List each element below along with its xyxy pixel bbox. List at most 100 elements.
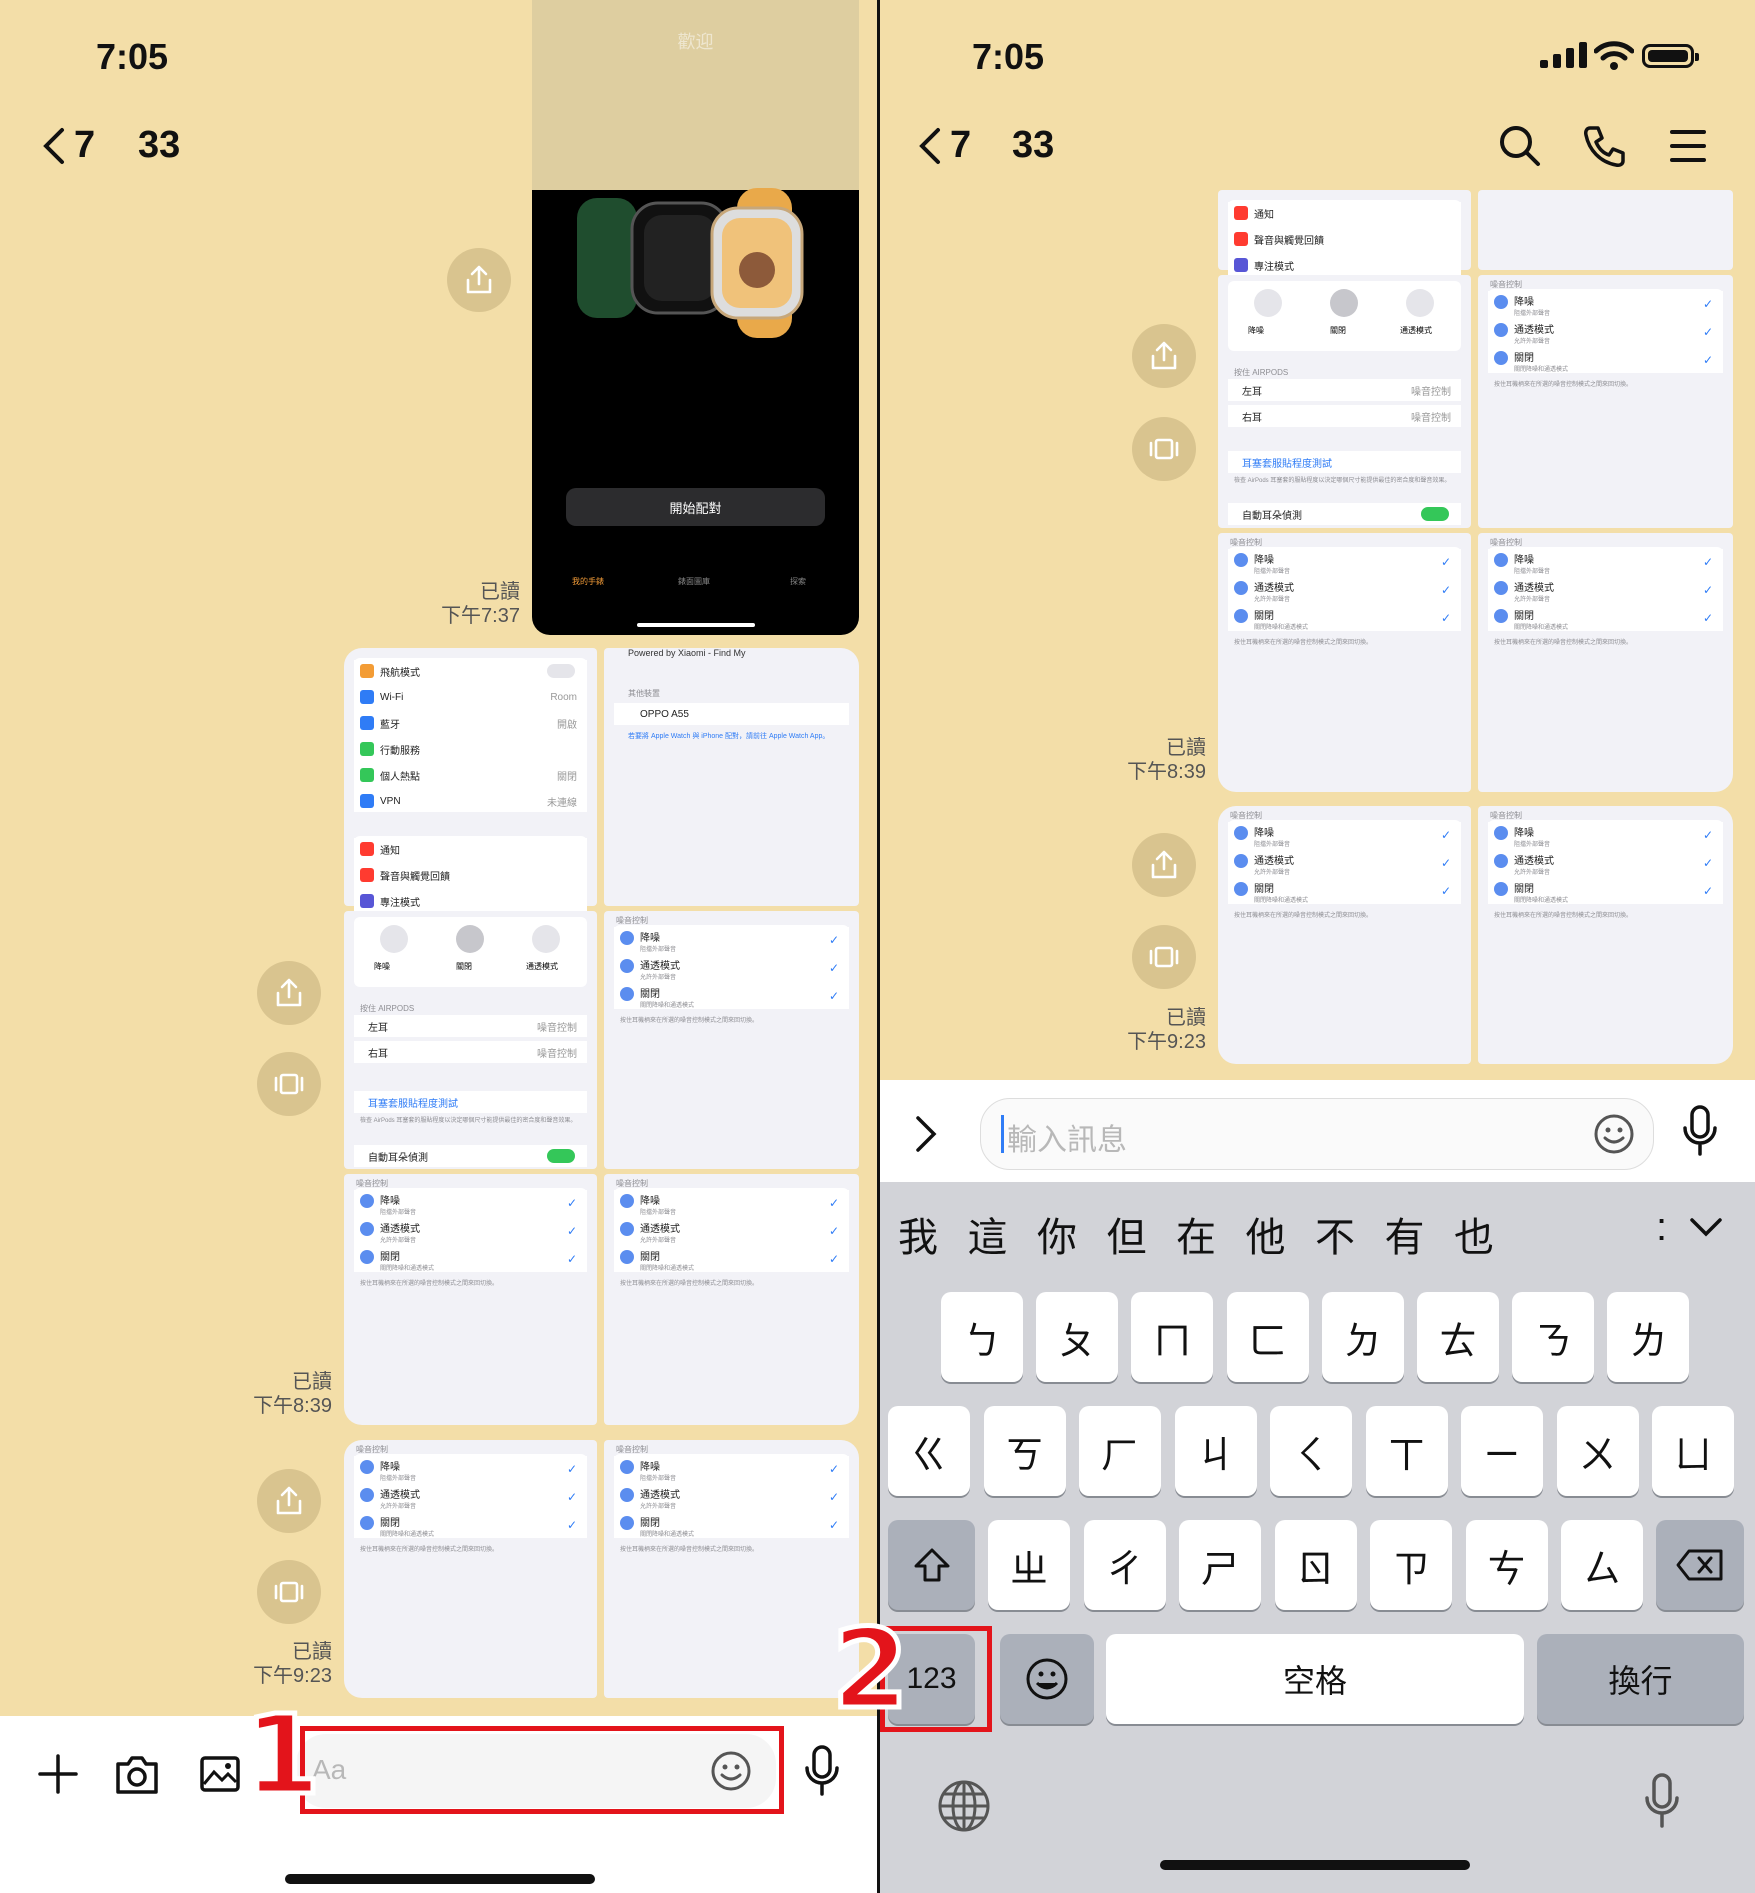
zhuyin-key[interactable]: ㄗ <box>1370 1520 1452 1610</box>
noise-option[interactable]: 關閉 關閉降噪和通透模式 ✓ <box>354 1512 587 1538</box>
zhuyin-key[interactable]: ㄨ <box>1556 1406 1639 1496</box>
globe-icon[interactable] <box>936 1778 992 1834</box>
album-button[interactable] <box>257 1560 321 1624</box>
album-button[interactable] <box>1132 417 1196 481</box>
phone-icon[interactable] <box>1582 124 1626 168</box>
share-button[interactable] <box>257 1469 321 1533</box>
zhuyin-key[interactable]: ㄐ <box>1174 1406 1257 1496</box>
zhuyin-key[interactable]: ㄎ <box>983 1406 1066 1496</box>
noise-option[interactable]: 關閉 關閉降噪和通透模式 ✓ <box>1488 605 1723 631</box>
photo-album-1[interactable]: 通知 聲音與觸覺回饋 專注模式 降噪 關閉 通透模式 按住 AIRPODS 左耳… <box>1218 190 1733 792</box>
image-icon[interactable] <box>198 1752 242 1796</box>
photo-album-1[interactable]: 飛航模式 Wi-Fi Room 藍牙 開啟 行動服務 個人熱點 關閉 VPN 未連線 通… <box>344 648 859 1425</box>
candidate-word[interactable]: 也 <box>1454 1205 1494 1263</box>
zhuyin-key[interactable]: ㄈ <box>1226 1292 1309 1382</box>
share-button[interactable] <box>1132 324 1196 388</box>
settings-screenshot[interactable]: 通知 聲音與觸覺回饋 專注模式 <box>1218 190 1471 276</box>
noise-option[interactable]: 關閉 關閉降噪和通透模式 ✓ <box>1488 878 1723 904</box>
settings-screenshot[interactable]: 飛航模式 Wi-Fi Room 藍牙 開啟 行動服務 個人熱點 關閉 VPN 未連線 通… <box>344 648 597 912</box>
candidate-word[interactable]: 你 <box>1037 1205 1077 1263</box>
start-pairing-button[interactable]: 開始配對 <box>566 488 825 526</box>
noise-control-screenshot[interactable]: 噪音控制 降噪 阻擋外部聲音 ✓ 通透模式 允許外部聲音 ✓ 關閉 關閉降噪和通透模式 ✓ 按住耳機… <box>1478 275 1733 528</box>
candidate-word[interactable]: 這 <box>968 1205 1008 1263</box>
noise-control-screenshot[interactable]: 噪音控制 降噪 阻擋外部聲音 ✓ 通透模式 允許外部聲音 ✓ 關閉 關閉降噪和通透模式 ✓ 按住耳機… <box>1218 806 1471 1064</box>
noise-control-screenshot[interactable]: 噪音控制 降噪 阻擋外部聲音 ✓ 通透模式 允許外部聲音 ✓ 關閉 關閉降噪和通透模式 ✓ 按住耳機… <box>1218 533 1471 792</box>
noise-option[interactable]: 通透模式 允許外部聲音 ✓ <box>354 1218 587 1244</box>
zhuyin-key[interactable]: ㄏ <box>1079 1406 1161 1496</box>
noise-option[interactable]: 通透模式 允許外部聲音 ✓ <box>614 1218 849 1244</box>
zhuyin-key[interactable]: ㄒ <box>1365 1406 1448 1496</box>
noise-option[interactable]: 降噪 阻擋外部聲音 ✓ <box>1488 549 1723 575</box>
emoji-key[interactable] <box>1000 1634 1094 1724</box>
space-key[interactable]: 空格 <box>1106 1634 1524 1724</box>
tab-discover[interactable]: 探索 <box>778 576 818 587</box>
noise-control-screenshot[interactable]: 噪音控制 降噪 阻擋外部聲音 ✓ 通透模式 允許外部聲音 ✓ 關閉 關閉降噪和通透模式 ✓ 按住耳機… <box>344 1440 597 1698</box>
noise-option[interactable]: 降噪 阻擋外部聲音 ✓ <box>1228 822 1461 848</box>
search-icon[interactable] <box>1498 124 1542 168</box>
noise-option[interactable]: 降噪 阻擋外部聲音 ✓ <box>614 927 849 953</box>
zhuyin-key[interactable]: ㄌ <box>1607 1292 1690 1382</box>
noise-option[interactable]: 關閉 關閉降噪和通透模式 ✓ <box>1228 878 1461 904</box>
zhuyin-key[interactable]: ㄅ <box>941 1292 1023 1382</box>
menu-icon[interactable] <box>1666 124 1710 168</box>
zhuyin-key[interactable]: ㄘ <box>1465 1520 1548 1610</box>
photo-album-2[interactable]: 噪音控制 降噪 阻擋外部聲音 ✓ 通透模式 允許外部聲音 ✓ 關閉 關閉降噪和通透模式 ✓ 按住耳機… <box>344 1440 859 1698</box>
delete-key[interactable] <box>1656 1520 1744 1610</box>
noise-control-screenshot[interactable]: 噪音控制 降噪 阻擋外部聲音 ✓ 通透模式 允許外部聲音 ✓ 關閉 關閉降噪和通透模式 ✓ 按住耳機… <box>604 1174 859 1425</box>
chevron-right-icon[interactable] <box>914 1114 938 1154</box>
microphone-icon[interactable] <box>1642 1772 1682 1832</box>
noise-option[interactable]: 關閉 關閉降噪和通透模式 ✓ <box>354 1246 587 1272</box>
noise-option[interactable]: 通透模式 允許外部聲音 ✓ <box>1488 319 1723 345</box>
noise-option[interactable]: 通透模式 允許外部聲音 ✓ <box>1228 850 1461 876</box>
noise-option[interactable]: 關閉 關閉降噪和通透模式 ✓ <box>1228 605 1461 631</box>
noise-option[interactable]: 降噪 阻擋外部聲音 ✓ <box>354 1190 587 1216</box>
noise-option[interactable]: 降噪 阻擋外部聲音 ✓ <box>614 1456 849 1482</box>
noise-control-screenshot[interactable]: 噪音控制 降噪 阻擋外部聲音 ✓ 通透模式 允許外部聲音 ✓ 關閉 關閉降噪和通透模式 ✓ 按住耳機… <box>604 1440 859 1698</box>
zhuyin-key[interactable]: ㄓ <box>988 1520 1070 1610</box>
zhuyin-key[interactable]: ㄉ <box>1321 1292 1404 1382</box>
zhuyin-key[interactable]: ㄧ <box>1461 1406 1543 1496</box>
noise-option[interactable]: 通透模式 允許外部聲音 ✓ <box>1228 577 1461 603</box>
candidate-word[interactable]: 在 <box>1176 1205 1216 1263</box>
share-button[interactable] <box>1132 833 1196 897</box>
noise-control-screenshot[interactable]: 噪音控制 降噪 阻擋外部聲音 ✓ 通透模式 允許外部聲音 ✓ 關閉 關閉降噪和通透模式 ✓ 按住耳機… <box>344 1174 597 1425</box>
chevron-down-icon[interactable] <box>1688 1214 1724 1242</box>
zhuyin-key[interactable]: ㄆ <box>1036 1292 1119 1382</box>
zhuyin-key[interactable]: ㄑ <box>1270 1406 1352 1496</box>
album-button[interactable] <box>257 1052 321 1116</box>
noise-option[interactable]: 關閉 關閉降噪和通透模式 ✓ <box>614 1246 849 1272</box>
watch-pairing-image[interactable]: 歡迎 開始配對 我的手錶 錶面圖庫 探索 <box>532 0 859 635</box>
candidate-word[interactable]: 但 <box>1107 1205 1147 1263</box>
candidate-word[interactable]: 他 <box>1246 1205 1286 1263</box>
microphone-icon[interactable] <box>1680 1104 1720 1158</box>
back-button[interactable]: 7 <box>40 124 95 167</box>
zhuyin-key[interactable]: ㄋ <box>1512 1292 1595 1382</box>
findmy-screenshot[interactable]: Powered by Xiaomi - Find My 其他裝置 OPPO A5… <box>604 648 859 906</box>
share-button[interactable] <box>257 961 321 1025</box>
noise-option[interactable]: 關閉 關閉降噪和通透模式 ✓ <box>614 1512 849 1538</box>
noise-option[interactable]: 降噪 阻擋外部聲音 ✓ <box>1228 549 1461 575</box>
airpods-screenshot[interactable]: 降噪 關閉 通透模式 按住 AIRPODS 左耳 噪音控制 右耳 噪音控制 耳塞套服… <box>344 911 597 1169</box>
zhuyin-key[interactable]: ㄇ <box>1131 1292 1214 1382</box>
noise-option[interactable]: 通透模式 允許外部聲音 ✓ <box>354 1484 587 1510</box>
zhuyin-key[interactable]: ㄔ <box>1083 1520 1166 1610</box>
noise-option[interactable]: 關閉 關閉降噪和通透模式 ✓ <box>614 983 849 1009</box>
zhuyin-key[interactable]: ㄙ <box>1561 1520 1643 1610</box>
noise-option[interactable]: 降噪 阻擋外部聲音 ✓ <box>1488 822 1723 848</box>
noise-option[interactable]: 通透模式 允許外部聲音 ✓ <box>614 1484 849 1510</box>
zhuyin-key[interactable]: ㄍ <box>888 1406 970 1496</box>
noise-option[interactable]: 降噪 阻擋外部聲音 ✓ <box>1488 291 1723 317</box>
noise-option[interactable]: 降噪 阻擋外部聲音 ✓ <box>354 1456 587 1482</box>
airpods-screenshot[interactable]: 降噪 關閉 通透模式 按住 AIRPODS 左耳 噪音控制 右耳 噪音控制 耳塞套服… <box>1218 275 1471 528</box>
noise-control-screenshot[interactable]: 噪音控制 降噪 阻擋外部聲音 ✓ 通透模式 允許外部聲音 ✓ 關閉 關閉降噪和通透模式 ✓ 按住耳機… <box>604 911 859 1169</box>
camera-icon[interactable] <box>114 1752 160 1796</box>
message-input[interactable]: 輸入訊息 <box>980 1098 1654 1170</box>
findmy-screenshot[interactable] <box>1478 190 1733 270</box>
zhuyin-key[interactable]: ㄩ <box>1652 1406 1734 1496</box>
noise-option[interactable]: 關閉 關閉降噪和通透模式 ✓ <box>1488 347 1723 373</box>
zhuyin-key[interactable]: ㄖ <box>1274 1520 1357 1610</box>
noise-option[interactable]: 通透模式 允許外部聲音 ✓ <box>1488 577 1723 603</box>
zhuyin-key[interactable]: ㄊ <box>1417 1292 1499 1382</box>
zhuyin-key[interactable]: ㄕ <box>1179 1520 1261 1610</box>
back-button[interactable]: 7 <box>916 124 971 167</box>
